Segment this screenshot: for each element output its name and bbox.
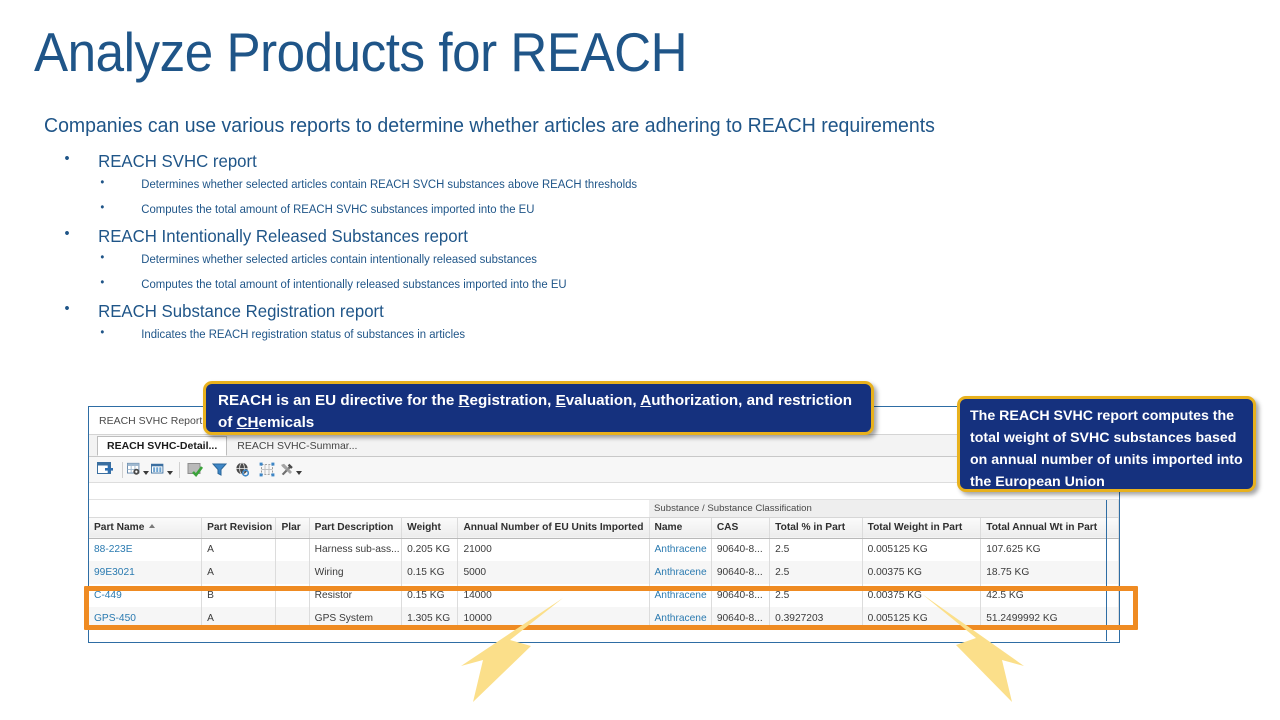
column-header-name[interactable]: Name [649, 516, 712, 539]
chevron-down-icon[interactable] [143, 470, 149, 475]
bullet-group: REACH SVHC report Determines whether sel… [52, 148, 1152, 218]
chevron-down-icon[interactable] [167, 470, 173, 475]
bullet-level2: Determines whether selected articles con… [52, 173, 1075, 193]
cell-total-annual-wt: 107.625 KG [980, 538, 1119, 561]
cell-annual-units: 5000 [457, 561, 650, 584]
column-header-plant[interactable]: Plar [275, 516, 310, 539]
bullet-level2: Indicates the REACH registration status … [52, 323, 1075, 343]
filter-funnel-icon[interactable] [208, 460, 230, 480]
toolbar-separator [122, 461, 123, 478]
column-header-cas[interactable]: CAS [711, 516, 771, 539]
table-row[interactable]: 99E3021 A Wiring 0.15 KG 5000 Anthracene… [89, 561, 1119, 584]
callout-reach-definition: REACH is an EU directive for the Registr… [203, 381, 874, 435]
page-subtitle: Companies can use various reports to det… [44, 114, 935, 137]
cell-total-weight: 0.005125 KG [862, 538, 982, 561]
column-header-weight[interactable]: Weight [401, 516, 459, 539]
cell-part-description: Harness sub-ass... [309, 538, 403, 561]
column-header-label: Part Name [94, 522, 145, 533]
columns-icon[interactable] [151, 460, 173, 480]
globe-search-icon[interactable] [232, 460, 254, 480]
column-header-part-description[interactable]: Part Description [309, 516, 403, 539]
cell-part-name[interactable]: 99E3021 [89, 561, 203, 584]
cell-cas: 90640-8... [711, 538, 771, 561]
highlighted-row-box [84, 586, 1138, 630]
cell-plant [275, 561, 310, 584]
group-header-blank [89, 500, 649, 517]
bullet-level2: Determines whether selected articles con… [52, 248, 1075, 268]
cell-substance-name[interactable]: Anthracene [649, 538, 712, 561]
bullet-level1: REACH Intentionally Released Substances … [52, 223, 1108, 247]
cell-substance-name[interactable]: Anthracene [649, 561, 712, 584]
group-header-substance: Substance / Substance Classification [649, 500, 1119, 518]
cell-plant [275, 538, 310, 561]
cell-cas: 90640-8... [711, 561, 771, 584]
cell-total-weight: 0.00375 KG [862, 561, 982, 584]
column-header-part-revision[interactable]: Part Revision [201, 516, 277, 539]
column-header-total-pct[interactable]: Total % in Part [769, 516, 863, 539]
bullet-group: REACH Substance Registration report Indi… [52, 298, 1152, 343]
bullet-group: REACH Intentionally Released Substances … [52, 223, 1152, 293]
sort-ascending-icon[interactable] [149, 524, 156, 528]
column-header-part-name[interactable]: Part Name [89, 516, 203, 539]
column-header-annual-units[interactable]: Annual Number of EU Units Imported [457, 516, 650, 539]
cell-annual-units: 21000 [457, 538, 650, 561]
cell-total-pct: 2.5 [769, 561, 863, 584]
column-header-total-weight[interactable]: Total Weight in Part [862, 516, 982, 539]
new-report-icon[interactable] [94, 460, 116, 480]
cell-part-revision: A [201, 561, 277, 584]
bullet-level1: REACH SVHC report [52, 148, 1108, 172]
page-title: Analyze Products for REACH [34, 21, 688, 83]
window-title: REACH SVHC Report [99, 414, 203, 427]
cell-part-revision: A [201, 538, 277, 561]
toolbar-separator [179, 461, 180, 478]
apply-check-icon[interactable] [184, 460, 206, 480]
table-row[interactable]: 88-223E A Harness sub-ass... 0.205 KG 21… [89, 538, 1119, 561]
cell-part-description: Wiring [309, 561, 403, 584]
bullet-level2: Computes the total amount of REACH SVHC … [52, 198, 1075, 218]
chevron-down-icon[interactable] [296, 470, 302, 475]
tab-reach-svhc-detail[interactable]: REACH SVHC-Detail... [97, 436, 228, 456]
callout-svhc-explanation: The REACH SVHC report computes the total… [957, 396, 1256, 492]
column-header-row: Part Name Part Revision Plar Part Descri… [89, 516, 1119, 539]
group-header-row: Substance / Substance Classification [89, 500, 1119, 518]
select-grid-icon[interactable] [256, 460, 278, 480]
bullet-level2: Computes the total amount of intentional… [52, 273, 1075, 293]
tools-icon[interactable] [280, 460, 302, 480]
cell-weight: 0.205 KG [401, 538, 459, 561]
callout-left-text: REACH is an EU directive for the Registr… [218, 392, 853, 431]
callout-right-text: The REACH SVHC report computes the total… [970, 408, 1243, 490]
tab-reach-svhc-summary[interactable]: REACH SVHC-Summar... [227, 436, 367, 456]
column-header-total-annual-wt[interactable]: Total Annual Wt in Part [980, 516, 1119, 539]
bullet-level1: REACH Substance Registration report [52, 298, 1108, 322]
cell-total-pct: 2.5 [769, 538, 863, 561]
cell-weight: 0.15 KG [401, 561, 459, 584]
cell-part-name[interactable]: 88-223E [89, 538, 203, 561]
bullet-list: REACH SVHC report Determines whether sel… [52, 148, 1152, 350]
cell-total-annual-wt: 18.75 KG [980, 561, 1119, 584]
table-settings-icon[interactable] [127, 460, 149, 480]
